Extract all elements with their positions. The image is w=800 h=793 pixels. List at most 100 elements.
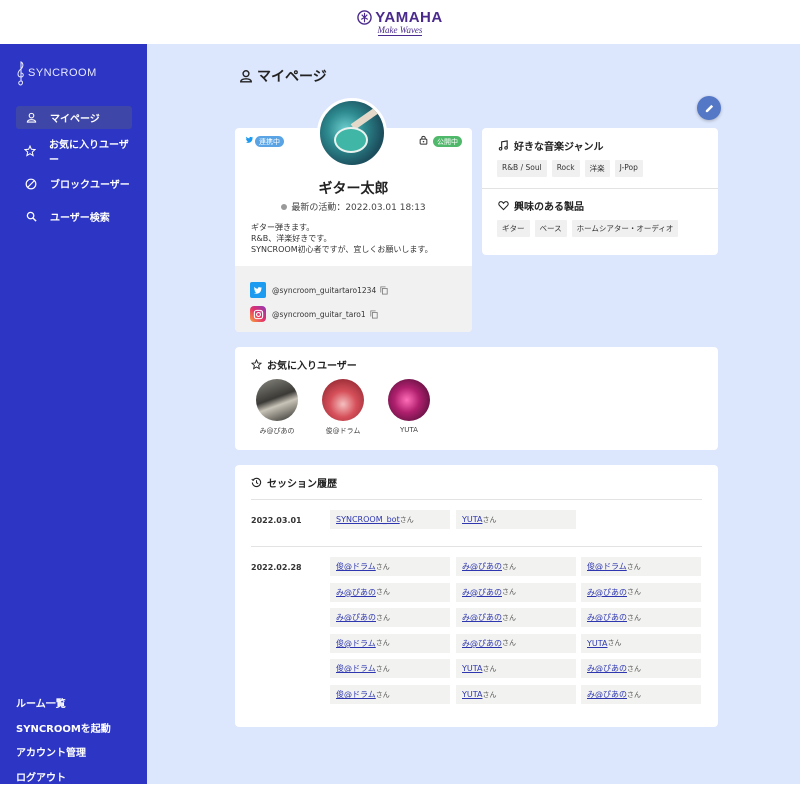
profile-bio: ギター弾きます。 R&B、洋楽好きです。 SYNCROOM初心者ですが、宜しくお… [251,222,433,255]
participant-link[interactable]: 俊@ドラム [336,663,376,674]
edit-profile-button[interactable] [697,96,721,120]
sidebar: SYNCROOM マイページ お気に入りユーザー ブロックユーザー ユーザー検索 [0,44,147,784]
honorific-suffix: さん [376,562,390,572]
activity-text: 最新の活動：2022.03.01 18:13 [291,200,425,213]
favorite-user[interactable]: 俊@ドラム [321,379,365,436]
twitter-icon [245,135,254,144]
honorific-suffix: さん [502,613,516,623]
star-icon [24,145,37,157]
sidebar-item-label: お気に入りユーザー [49,136,132,166]
favorites-title: お気に入りユーザー [251,357,357,372]
twitter-handle[interactable]: @syncroom_guitartaro1234 [272,286,376,295]
participant-link[interactable]: YUTA [587,639,607,648]
favorites-title-text: お気に入りユーザー [267,357,357,372]
public-badge: 公開中 [433,136,462,147]
session-participant: み@ぴあのさん [581,659,701,678]
participant-link[interactable]: み@ぴあの [462,561,502,572]
genre-chip: J-Pop [615,160,643,177]
sidebar-item-label: ブロックユーザー [50,176,130,191]
syncroom-logo[interactable]: SYNCROOM [16,60,97,86]
profile-card: 連携中 公開中 ギター太郎 最新の活動：2022.03.01 18:13 ギター… [235,128,472,332]
sidebar-item-user-search[interactable]: ユーザー検索 [16,205,132,228]
copy-icon[interactable] [380,286,388,295]
honorific-suffix: さん [607,638,621,648]
page-title: マイページ [239,66,327,86]
preferences-card: 好きな音楽ジャンル R&B / Soul Rock 洋楽 J-Pop 興味のある… [482,128,718,255]
participant-link[interactable]: み@ぴあの [587,689,627,700]
participant-link[interactable]: み@ぴあの [462,587,502,598]
honorific-suffix: さん [376,587,390,597]
participant-link[interactable]: YUTA [462,690,482,699]
treble-clef-icon [16,60,26,86]
twitter-icon[interactable] [250,282,266,298]
favorite-user[interactable]: み@ぴあの [255,379,299,436]
session-participant: YUTAさん [581,634,701,653]
sidebar-item-label: マイページ [50,110,100,125]
session-participant: み@ぴあのさん [330,608,450,627]
instagram-icon[interactable] [250,306,266,322]
participant-link[interactable]: 俊@ドラム [587,561,627,572]
participant-link[interactable]: み@ぴあの [587,587,627,598]
profile-activity: 最新の活動：2022.03.01 18:13 [235,200,472,213]
participant-link[interactable]: み@ぴあの [336,587,376,598]
history-title-text: セッション履歴 [267,475,337,490]
genre-title: 好きな音楽ジャンル [498,138,604,153]
main-content: マイページ 連携中 公開中 ギター太郎 最新の活動：2022.03.01 18:… [147,44,800,784]
participant-link[interactable]: み@ぴあの [336,612,376,623]
participant-link[interactable]: 俊@ドラム [336,561,376,572]
honorific-suffix: さん [627,690,641,700]
participant-link[interactable]: YUTA [462,664,482,673]
star-icon [251,359,262,370]
participant-link[interactable]: 俊@ドラム [336,638,376,649]
participant-link[interactable]: SYNCROOM_bot [336,515,400,524]
genre-chip: 洋楽 [585,160,610,177]
honorific-suffix: さん [482,515,496,525]
history-title: セッション履歴 [251,475,337,490]
divider [482,188,718,189]
copy-icon[interactable] [370,310,378,319]
yamaha-tuning-fork-icon [357,10,372,25]
participant-link[interactable]: YUTA [462,515,482,524]
participant-link[interactable]: み@ぴあの [587,663,627,674]
session-participant: み@ぴあのさん [581,608,701,627]
participant-link[interactable]: み@ぴあの [587,612,627,623]
participant-link[interactable]: み@ぴあの [462,612,502,623]
session-participant: 俊@ドラムさん [581,557,701,576]
room-list-link[interactable]: ルーム一覧 [16,695,111,720]
history-icon [251,477,262,488]
session-participant: み@ぴあのさん [581,583,701,602]
product-chip: ホームシアター・オーディオ [572,220,679,237]
syncroom-logo-text: SYNCROOM [28,67,97,79]
pencil-icon [704,103,715,114]
avatar [256,379,298,421]
honorific-suffix: さん [400,515,414,525]
social-accounts: @syncroom_guitartaro1234 @syncroom_guita… [235,266,472,332]
person-icon [239,69,253,83]
logout-link[interactable]: ログアウト [16,769,111,793]
honorific-suffix: さん [502,562,516,572]
divider [251,546,702,547]
sidebar-item-favorites[interactable]: お気に入りユーザー [16,139,132,162]
lock-open-icon [419,135,428,145]
sidebar-nav: マイページ お気に入りユーザー ブロックユーザー ユーザー検索 [16,106,132,238]
favorite-user[interactable]: YUTA [387,379,431,434]
twitter-account-row: @syncroom_guitartaro1234 [250,282,388,298]
launch-syncroom-link[interactable]: SYNCROOMを起動 [16,720,111,745]
participant-link[interactable]: み@ぴあの [462,638,502,649]
sidebar-item-mypage[interactable]: マイページ [16,106,132,129]
genre-title-text: 好きな音楽ジャンル [514,138,604,153]
sidebar-item-label: ユーザー検索 [50,209,110,224]
account-settings-link[interactable]: アカウント管理 [16,744,111,769]
favorite-user-name: YUTA [387,426,431,434]
person-icon [24,112,38,123]
genre-chip: R&B / Soul [497,160,547,177]
yamaha-logo[interactable]: YAMAHA Make Waves [357,9,442,36]
sidebar-item-blocked[interactable]: ブロックユーザー [16,172,132,195]
participant-link[interactable]: 俊@ドラム [336,689,376,700]
instagram-handle[interactable]: @syncroom_guitar_taro1 [272,310,366,319]
yamaha-tagline: Make Waves [378,25,423,36]
honorific-suffix: さん [376,638,390,648]
honorific-suffix: さん [627,664,641,674]
page-title-text: マイページ [257,66,327,86]
favorite-users-card: お気に入りユーザー み@ぴあの 俊@ドラム YUTA [235,347,718,450]
